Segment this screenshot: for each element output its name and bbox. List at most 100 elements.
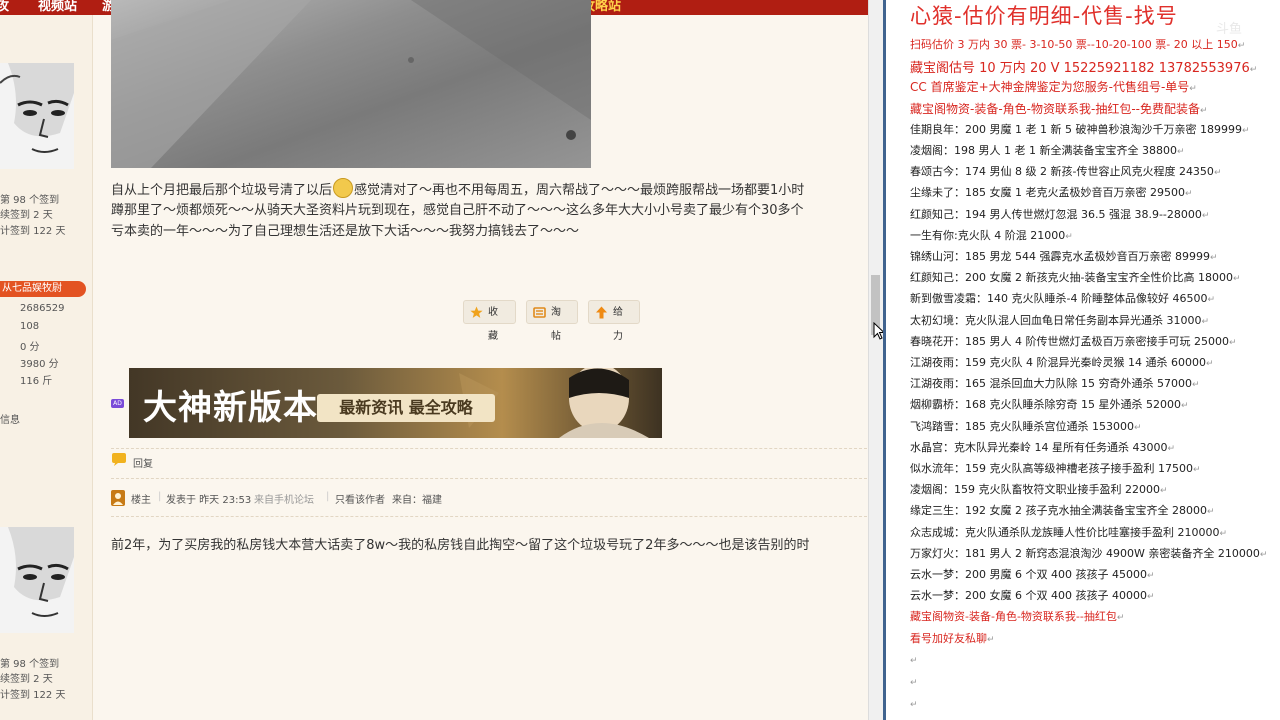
line-break-mark: ↵ [1201, 210, 1210, 221]
favorite-button[interactable]: 收藏 [463, 300, 516, 342]
line-break-mark: ↵ [1191, 380, 1200, 391]
price-list-item-text: 尘缘未了：185 女魔 1 老克火孟极妙音百万亲密 29500 [910, 186, 1185, 200]
ad-title: 大神新版本 [143, 388, 318, 428]
price-list-item: 扫码估价 3 万内 30 票- 3-10-50 票--10-20-100 票- … [910, 36, 1245, 52]
price-list-item-text: 云水一梦：200 男魔 6 个双 400 孩孩子 45000 [910, 568, 1147, 581]
watermark: 斗鱼 [1216, 22, 1243, 37]
price-list-item: 佳期良年：200 男魔 1 老 1 新 5 破神兽秒浪淘沙千万亲密 189999… [910, 121, 1250, 137]
line-break-mark: ↵ [1205, 359, 1214, 369]
line-break-mark: ↵ [1209, 253, 1218, 263]
line-break-mark: ↵ [1207, 295, 1215, 306]
line-break-mark: ↵ [1167, 443, 1176, 454]
price-list-item: 藏宝阁物资-装备-角色-物资联系我--抽红包↵ [910, 608, 1124, 624]
price-list-item: 江湖夜雨：165 混杀回血大力队除 15 穷奇外通杀 57000↵ [910, 375, 1200, 391]
empty-line-mark: ↵ [910, 678, 918, 688]
price-list-item-text: 藏宝阁物资-装备-角色-物资联系我--抽红包 [910, 610, 1117, 624]
post-location: 来自：福建 [392, 495, 442, 506]
line-break-mark: ↵ [1199, 105, 1208, 116]
price-list-item-text: 红颜知己：200 女魔 2 新孩克火抽-装备宝宝齐全性价比高 18000 [910, 271, 1233, 285]
price-list-item-text: 春颂古今：174 男仙 8 级 2 新孩-传世容止风克火程度 24350 [910, 165, 1214, 179]
ad-subtitle: 最新资讯 最全攻略 [317, 394, 495, 422]
ad-tag: AD [111, 399, 124, 408]
price-list-item: 飞鸿踏雪：185 克火队睡杀宫位通杀 153000↵ [910, 418, 1142, 434]
price-list-item: 尘缘未了：185 女魔 1 老克火孟极妙音百万亲密 29500↵ [910, 184, 1193, 200]
price-list-item-text: 看号加好友私聊 [910, 631, 987, 645]
author-icon [111, 490, 125, 506]
price-list-item-text: 藏宝阁估号 10 万内 20 V 15225921182 13782553976 [910, 61, 1250, 77]
empty-line-mark: ↵ [910, 700, 918, 710]
price-list-item-text: 水晶宫：克木队异光秦岭 14 星所有任务通杀 43000 [910, 440, 1168, 454]
reply-button[interactable]: 回复 [133, 455, 153, 470]
reward-label: 给力 [613, 307, 623, 342]
price-list-item: 藏宝阁估号 10 万内 20 V 15225921182 13782553976… [910, 57, 1257, 76]
price-list-item: 锦绣山河：185 男龙 544 强霹克水孟极妙音百万亲密 89999↵ [910, 248, 1218, 264]
reply-icon [112, 453, 126, 466]
tao-label: 淘帖 [551, 307, 561, 342]
empty-line-mark: ↵ [910, 656, 918, 666]
line-break-mark: ↵ [1206, 507, 1215, 518]
rank-medal-label: 从七品娱牧尉 [2, 283, 62, 294]
price-list-item: 一生有你:克火队 4 阶混 21000↵ [910, 227, 1073, 243]
price-list-item-text: 凌烟阁：159 克火队畜牧符文职业接手盈利 22000 [910, 483, 1160, 497]
divider [111, 478, 867, 479]
line-break-mark: ↵ [1201, 316, 1210, 327]
line-break-mark: ↵ [1213, 168, 1222, 179]
price-list-item: 看号加好友私聊↵ [910, 630, 995, 646]
price-list-item: 万家灯火：181 男人 2 新窍态混浪淘沙 4900W 亲密装备齐全 21000… [910, 545, 1267, 561]
line-break-mark: ↵ [1219, 528, 1228, 539]
line-break-mark: ↵ [1189, 84, 1197, 95]
line-break-mark: ↵ [1259, 549, 1268, 560]
line-break-mark: ↵ [1176, 147, 1185, 157]
post-text-line: 自从上个月把最后那个垃圾号清了以后 感觉清对了～再也不用每周五，周六帮战了～～～最… [111, 178, 867, 198]
only-author-link[interactable]: 只看该作者 [335, 491, 385, 506]
price-list-item: 水晶宫：克木队异光秦岭 14 星所有任务通杀 43000↵ [910, 439, 1175, 455]
tao-button[interactable]: 淘帖 [526, 300, 578, 342]
line-break-mark: ↵ [1249, 65, 1258, 76]
price-list-item-text: 烟柳霸桥：168 克火队睡杀除穷奇 15 星外通杀 52000 [910, 398, 1181, 412]
rank-medal[interactable]: 从七品娱牧尉 [0, 281, 86, 297]
nav-item[interactable]: 攻 [0, 0, 9, 14]
post-source[interactable]: 来自手机论坛 [254, 491, 314, 506]
info-link[interactable]: 信息 [0, 411, 20, 426]
price-list-item: 新到傲雪凌霜：140 克火队睡杀-4 阶睡整体品像较好 46500↵ [910, 290, 1215, 306]
price-list-item: 春颂古今：174 男仙 8 级 2 新孩-传世容止风克火程度 24350↵ [910, 163, 1221, 179]
price-list-item: 藏宝阁物资-装备-角色-物资联系我-抽红包--免费配装备↵ [910, 100, 1208, 117]
page-scrollbar[interactable] [868, 0, 883, 720]
arrow-up-icon [596, 306, 607, 319]
meta-separator: | [158, 491, 162, 502]
ad-banner[interactable]: 大神新版本 最新资讯 最全攻略 [129, 368, 662, 438]
avatar[interactable] [0, 527, 74, 633]
divider [111, 448, 867, 449]
price-list-item: 凌烟阁：198 男人 1 老 1 新全满装备宝宝齐全 38800↵ [910, 142, 1185, 158]
price-list-item-text: 春晓花开：185 男人 4 阶传世燃灯孟极百万亲密接手可玩 25000 [910, 334, 1229, 348]
avatar[interactable] [0, 63, 74, 169]
reward-button[interactable]: 给力 [588, 300, 640, 342]
line-break-mark: ↵ [1228, 337, 1237, 348]
forum-page: 攻视频站游戏直播商城搜索论坛APP中国好区大神圈子藏宝阁官服攻略站 第 98 个… [0, 0, 868, 720]
author-label: 楼主 [131, 495, 151, 506]
line-break-mark: ↵ [1159, 486, 1168, 497]
line-break-mark: ↵ [1133, 422, 1142, 433]
price-list-item-text: 众志成城：克火队通杀队龙族睡人性价比哇塞接手盈利 210000 [910, 525, 1220, 539]
line-break-mark: ↵ [1184, 189, 1193, 200]
panel-title: 心猿-估价有明细-代售-找号 [910, 4, 1178, 28]
favorite-label: 收藏 [488, 307, 498, 342]
price-list-item-text: 红颜知己：194 男人传世燃灯忽混 36.5 强混 38.9--28000 [910, 207, 1202, 221]
price-list-item: 众志成城：克火队通杀队龙族睡人性价比哇塞接手盈利 210000↵ [910, 524, 1227, 540]
stat-value: 0 分 [20, 342, 40, 353]
post-image[interactable] [111, 0, 591, 168]
price-list-item: 似水流年：159 克火队高等级神槽老孩子接手盈利 17500↵ [910, 460, 1201, 476]
signin-rank: 第 98 个签到 [0, 659, 60, 670]
stat-value: 108 [20, 321, 40, 332]
line-break-mark: ↵ [1241, 125, 1250, 136]
post-text-line: 亏本卖的一年～～～为了自己理想生活还是放下大话～～～我努力搞钱去了～～～ [111, 224, 580, 239]
price-list-item-text: 佳期良年：200 男魔 1 老 1 新 5 破神兽秒浪淘沙千万亲密 189999 [910, 122, 1242, 136]
nav-item[interactable]: 视频站 [38, 0, 77, 14]
price-list-item: CC 首席鉴定+大神金牌鉴定为您服务-代售组号-单号↵ [910, 78, 1197, 95]
signin-total: 计签到 122 天 [0, 226, 66, 237]
price-list-item-text: 锦绣山河：185 男龙 544 强霹克水孟极妙音百万亲密 89999 [910, 250, 1210, 263]
stat-value: 2686529 [20, 303, 65, 314]
price-list-item-text: 凌烟阁：198 男人 1 老 1 新全满装备宝宝齐全 38800 [910, 144, 1177, 157]
post-text-line: 前2年，为了买房我的私房钱大本营大话卖了8w～我的私房钱自此掏空～留了这个垃圾号… [111, 538, 810, 553]
line-break-mark: ↵ [1146, 592, 1155, 603]
